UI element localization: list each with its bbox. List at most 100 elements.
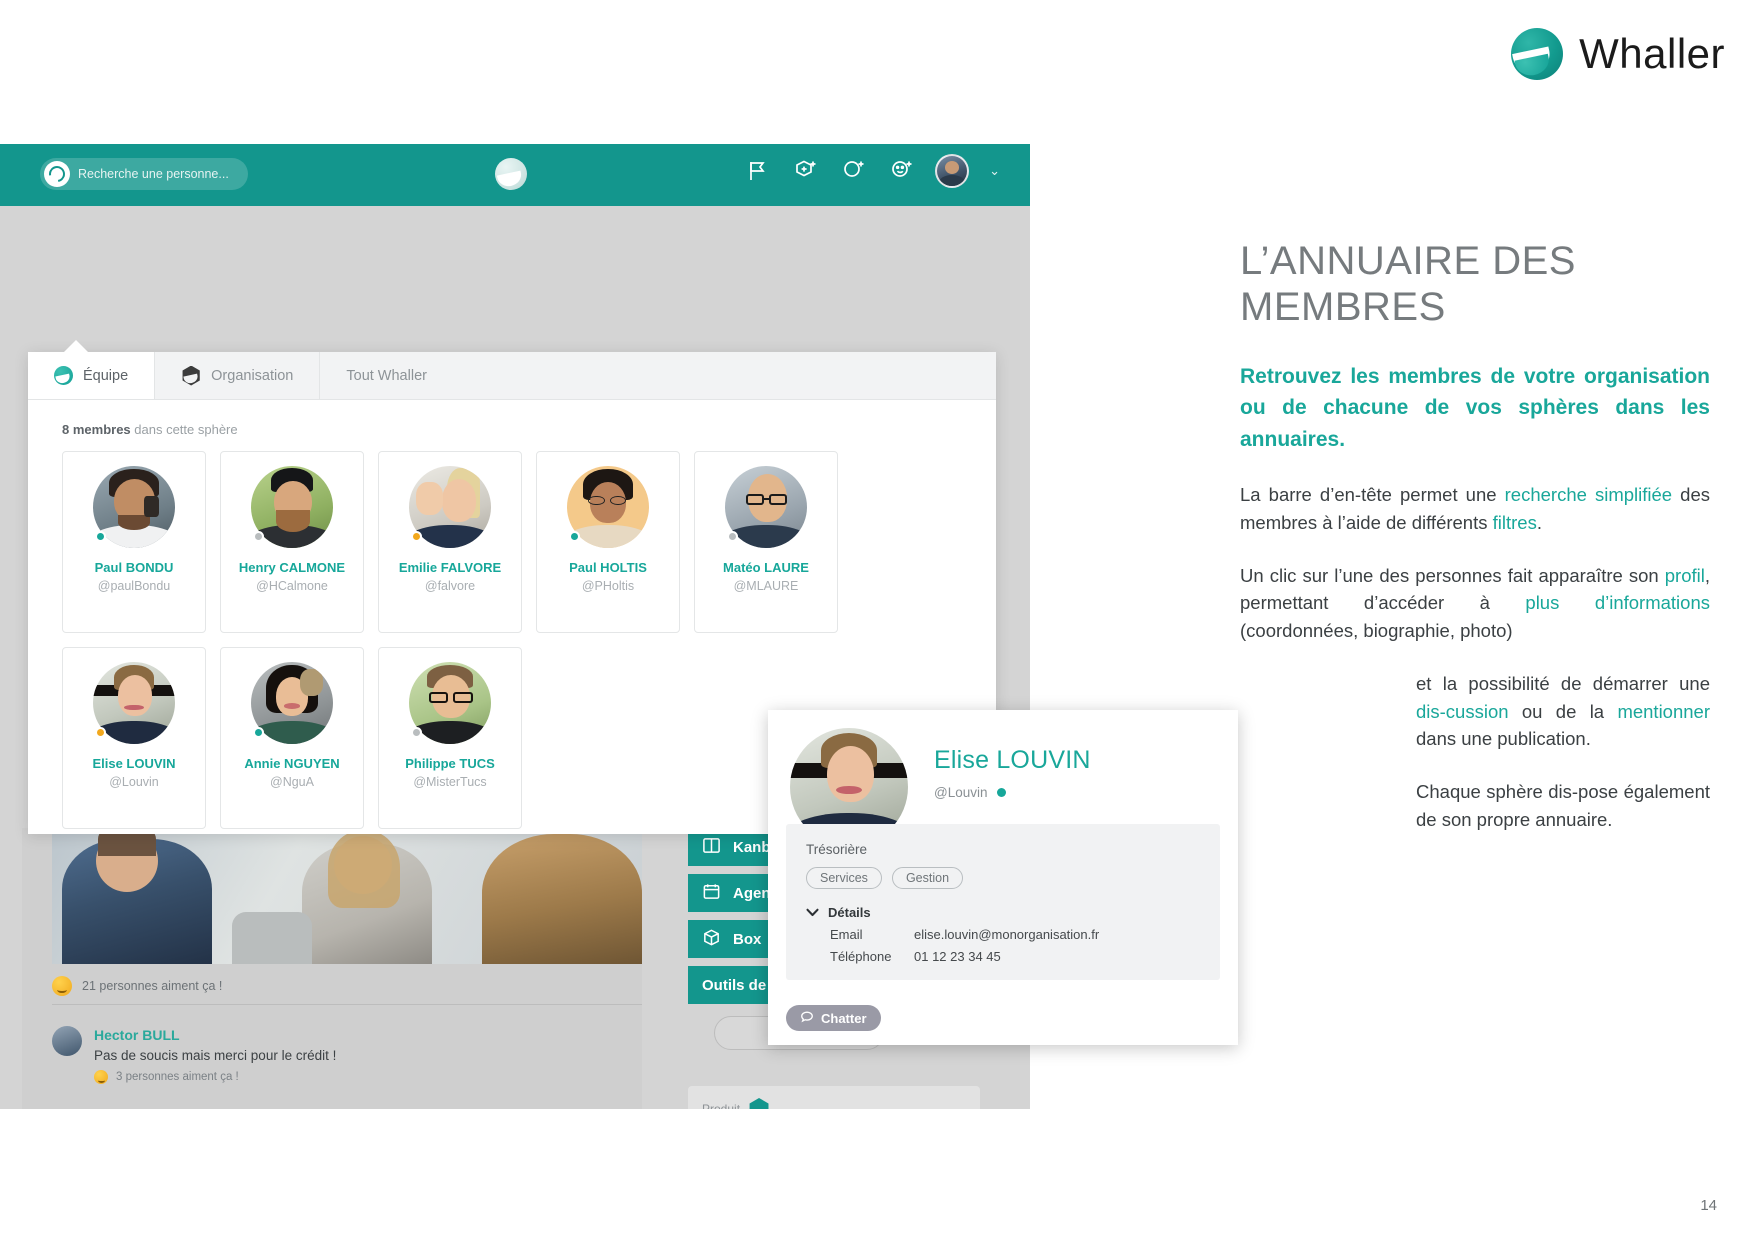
- tab-tout-whaller[interactable]: Tout Whaller: [320, 352, 453, 399]
- paragraph-3: et la possibilité de démarrer une dis-cu…: [1416, 670, 1710, 752]
- p2-text-a: Un clic sur l’une des personnes fait app…: [1240, 565, 1665, 587]
- member-handle: @Louvin: [109, 774, 159, 789]
- member-count-number: 8 membres: [62, 422, 131, 437]
- details-toggle[interactable]: Détails: [806, 905, 1200, 920]
- comment-item: Hector BULL Pas de soucis mais merci pou…: [52, 1026, 337, 1085]
- member-count-suffix: dans cette sphère: [130, 422, 238, 437]
- member-handle: @PHoltis: [581, 578, 635, 593]
- p1-highlight-1: recherche simplifiée: [1504, 484, 1673, 506]
- flag-icon[interactable]: [743, 156, 773, 186]
- paragraph-4: Chaque sphère dis-pose également de son …: [1416, 781, 1710, 830]
- member-card[interactable]: Paul BONDU @paulBondu: [62, 451, 206, 633]
- panel-row-label: Produit: [702, 1102, 741, 1109]
- member-handle: @MLAURE: [733, 578, 799, 593]
- hexagon-icon: [749, 1098, 769, 1109]
- member-name: Emilie FALVORE: [398, 560, 502, 575]
- p3-text-c: dans une publication.: [1416, 727, 1591, 749]
- member-card[interactable]: Elise LOUVIN @Louvin: [62, 647, 206, 829]
- member-name: Philippe TUCS: [405, 756, 495, 771]
- profile-handle: @Louvin: [934, 785, 988, 800]
- member-name: Matéo LAURE: [723, 560, 809, 575]
- kanban-icon: [702, 836, 721, 859]
- detail-row-email: Email elise.louvin@monorganisation.fr: [806, 927, 1200, 942]
- comment-likes-label: 3 personnes aiment ça !: [116, 1071, 239, 1084]
- page-title: L’ANNUAIRE DES MEMBRES: [1240, 239, 1576, 330]
- p2-text-c: (coordonnées, biographie, photo): [1240, 619, 1513, 641]
- tab-label: Organisation: [211, 367, 294, 384]
- lead-paragraph: Retrouvez les membres de votre organisat…: [1240, 364, 1710, 451]
- p1-highlight-2: filtres: [1492, 511, 1537, 533]
- member-count: 8 membres dans cette sphère: [28, 400, 996, 447]
- box-icon: [702, 928, 721, 951]
- detail-key: Téléphone: [830, 949, 892, 964]
- member-handle: @HCalmone: [256, 578, 328, 593]
- status-dot: [253, 531, 264, 542]
- member-handle: @falvore: [424, 578, 476, 593]
- member-name: Elise LOUVIN: [92, 756, 176, 771]
- chatter-button[interactable]: Chatter: [786, 1005, 881, 1031]
- brand-name: Whaller: [1579, 30, 1725, 77]
- p3-highlight-2: mentionner: [1617, 700, 1710, 722]
- tab-equipe[interactable]: Équipe: [28, 352, 156, 399]
- profile-details-block: Trésorière Services Gestion Détails Emai…: [786, 824, 1220, 980]
- post-likes: 21 personnes aiment ça !: [52, 976, 222, 996]
- slide-page: Whaller Recherche une personne... ⌄ 21 p…: [0, 0, 1753, 1240]
- member-name: Paul BONDU: [94, 560, 174, 575]
- status-dot: [727, 531, 738, 542]
- speech-bubble-icon: [800, 1010, 814, 1027]
- member-handle: @MisterTucs: [413, 774, 487, 789]
- add-circle-icon[interactable]: [839, 156, 869, 186]
- tab-organisation[interactable]: Organisation: [155, 352, 321, 399]
- status-dot: [996, 788, 1006, 797]
- tag-services[interactable]: Services: [806, 867, 882, 889]
- topbar-logo-icon[interactable]: [495, 158, 527, 190]
- status-dot: [411, 727, 422, 738]
- post-likes-label: 21 personnes aiment ça !: [82, 979, 223, 993]
- calendar-icon: [702, 882, 721, 905]
- paragraph-2: Un clic sur l’une des personnes fait app…: [1240, 562, 1710, 644]
- profile-name: Elise LOUVIN: [934, 746, 1091, 774]
- member-name: Annie NGUYEN: [244, 756, 340, 771]
- detail-row-phone: Téléphone 01 12 23 34 45: [806, 949, 1200, 964]
- status-dot: [411, 531, 422, 542]
- details-label: Détails: [828, 905, 871, 920]
- member-card[interactable]: Philippe TUCS @MisterTucs: [378, 647, 522, 829]
- app-topbar: Recherche une personne... ⌄: [0, 144, 1030, 206]
- comment-author[interactable]: Hector BULL: [94, 1026, 336, 1044]
- member-card[interactable]: Emilie FALVORE @falvore: [378, 451, 522, 633]
- chevron-down-icon: [806, 905, 819, 920]
- p2-highlight-1: profil: [1664, 565, 1705, 587]
- feed-divider: [52, 1004, 642, 1005]
- page-number: 14: [1700, 1197, 1717, 1214]
- detail-value: 01 12 23 34 45: [914, 949, 1001, 964]
- comment-text: Pas de soucis mais merci pour le crédit …: [94, 1048, 337, 1064]
- profile-handle-row: @Louvin: [934, 785, 1091, 800]
- chevron-down-icon[interactable]: ⌄: [989, 163, 1000, 179]
- add-person-icon[interactable]: [887, 156, 917, 186]
- smiley-icon: [94, 1070, 108, 1085]
- whaller-sphere-logo-icon: [1511, 28, 1564, 80]
- profile-popup-card: Elise LOUVIN @Louvin Trésorière Services…: [768, 710, 1238, 1045]
- member-handle: @NguA: [270, 774, 314, 789]
- member-card[interactable]: Matéo LAURE @MLAURE: [694, 451, 838, 633]
- detail-value: elise.louvin@monorganisation.fr: [914, 927, 1100, 942]
- add-sphere-icon[interactable]: [791, 156, 821, 186]
- member-card[interactable]: Henry CALMONE @HCalmone: [220, 451, 364, 633]
- member-card[interactable]: Paul HOLTIS @PHoltis: [536, 451, 680, 633]
- user-avatar[interactable]: [935, 154, 970, 188]
- member-name: Henry CALMONE: [238, 560, 346, 575]
- status-dot: [95, 727, 106, 738]
- tab-label: Équipe: [83, 367, 129, 384]
- directory-pointer: [62, 340, 90, 354]
- tag-gestion[interactable]: Gestion: [891, 867, 964, 889]
- profile-tags: Services Gestion: [806, 867, 1200, 889]
- widget-label: Box: [733, 930, 762, 948]
- search-input[interactable]: Recherche une personne...: [40, 158, 248, 190]
- member-name: Paul HOLTIS: [569, 560, 647, 575]
- brand-logo: Whaller: [1511, 28, 1725, 80]
- avatar: [52, 1026, 82, 1056]
- p2-highlight-2: plus d’informations: [1525, 592, 1710, 614]
- comment-likes: 3 personnes aiment ça !: [94, 1070, 336, 1085]
- dark-hexagon-icon: [182, 365, 200, 386]
- member-card[interactable]: Annie NGUYEN @NguA: [220, 647, 364, 829]
